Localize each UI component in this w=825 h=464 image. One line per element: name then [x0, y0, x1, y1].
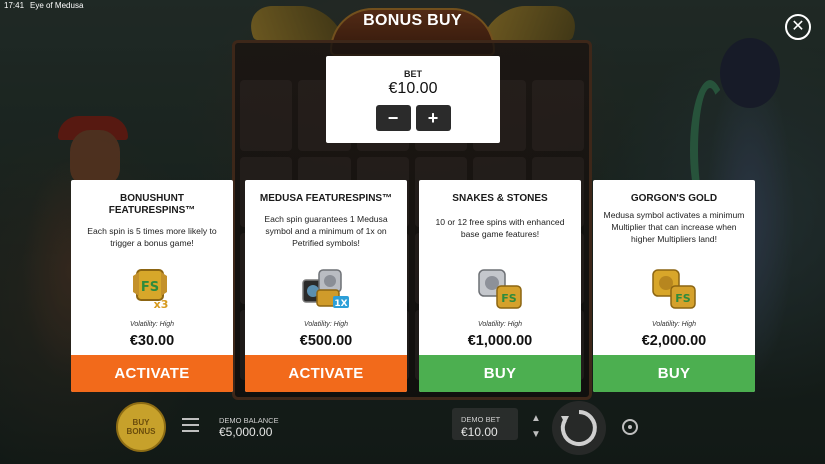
- bet-panel: BET €10.00 − +: [326, 56, 500, 143]
- autoplay-icon[interactable]: [622, 419, 638, 435]
- activate-button[interactable]: ACTIVATE: [245, 355, 407, 392]
- card-volatility: Volatility: High: [651, 321, 697, 328]
- demo-bet-value: €10.00: [461, 425, 498, 439]
- card-volatility: Volatility: High: [129, 321, 175, 328]
- card-description: Each spin guarantees 1 Medusa symbol and…: [264, 214, 388, 248]
- card-description: Medusa symbol activates a minimum Multip…: [603, 210, 745, 244]
- dialog-title: BONUS BUY: [363, 12, 462, 29]
- card-bonushunt: BONUSHUNT FEATURESPINS™ Each spin is 5 t…: [71, 180, 233, 392]
- card-description: 10 or 12 free spins with enhanced base g…: [435, 217, 565, 239]
- bet-increase-button[interactable]: +: [415, 105, 451, 131]
- spin-button[interactable]: [552, 401, 606, 455]
- spin-icon: [560, 410, 597, 446]
- card-title: MEDUSA FEATURESPINS™: [259, 193, 393, 204]
- fs-x3-symbol-icon: FS x3: [133, 269, 169, 311]
- card-price: €30.00: [129, 333, 175, 349]
- menu-icon[interactable]: [182, 418, 199, 432]
- card-gorgons-gold: GORGON'S GOLD Medusa symbol activates a …: [593, 180, 755, 392]
- card-volatility: Volatility: High: [477, 321, 523, 328]
- demo-balance-label: DEMO BALANCE: [219, 416, 279, 425]
- card-description: Each spin is 5 times more likely to trig…: [87, 226, 217, 248]
- svg-text:FS: FS: [501, 292, 517, 305]
- stone-medusa-symbol-icon: FS: [478, 269, 522, 309]
- status-time: 17:41: [4, 1, 25, 10]
- buy-button[interactable]: BUY: [419, 355, 581, 392]
- buy-bonus-button[interactable]: BUY BONUS: [116, 402, 166, 452]
- close-icon[interactable]: ✕: [785, 14, 811, 40]
- bet-up-chevron-icon[interactable]: ▲: [529, 414, 543, 424]
- bet-value: €10.00: [388, 80, 438, 97]
- buy-bonus-label: BUY BONUS: [126, 418, 156, 436]
- svg-text:x3: x3: [154, 298, 169, 311]
- card-title: SNAKES & STONES: [452, 193, 548, 204]
- svg-text:FS: FS: [675, 292, 691, 305]
- card-price: €500.00: [299, 333, 353, 349]
- status-bar: 17:41 Eye of Medusa: [4, 1, 83, 10]
- card-volatility: Volatility: High: [303, 321, 349, 328]
- card-price: €1,000.00: [467, 333, 533, 349]
- bet-label: BET: [404, 69, 422, 79]
- svg-text:FS: FS: [141, 280, 159, 295]
- card-medusa-featurespins: MEDUSA FEATURESPINS™ Each spin guarantee…: [245, 180, 407, 392]
- card-price: €2,000.00: [641, 333, 707, 349]
- card-title: BONUSHUNT FEATURESPINS™: [108, 193, 196, 216]
- demo-bet-label: DEMO BET: [461, 415, 501, 424]
- bet-decrease-button[interactable]: −: [375, 105, 411, 131]
- bet-down-chevron-icon[interactable]: ▼: [529, 430, 543, 440]
- demo-balance-value: €5,000.00: [219, 425, 273, 439]
- card-title: GORGON'S GOLD: [630, 193, 718, 204]
- card-snakes-stones: SNAKES & STONES 10 or 12 free spins with…: [419, 180, 581, 392]
- gold-medusa-symbol-icon: FS: [652, 269, 696, 309]
- medusa-1x-symbol-icon: 1X: [302, 269, 349, 309]
- status-app-name: Eye of Medusa: [30, 1, 84, 10]
- buy-button[interactable]: BUY: [593, 355, 755, 392]
- bet-controls: − +: [326, 105, 500, 131]
- bonus-cards: BONUSHUNT FEATURESPINS™ Each spin is 5 t…: [71, 180, 755, 392]
- multiplier-badge: 1X: [334, 299, 347, 309]
- activate-button[interactable]: ACTIVATE: [71, 355, 233, 392]
